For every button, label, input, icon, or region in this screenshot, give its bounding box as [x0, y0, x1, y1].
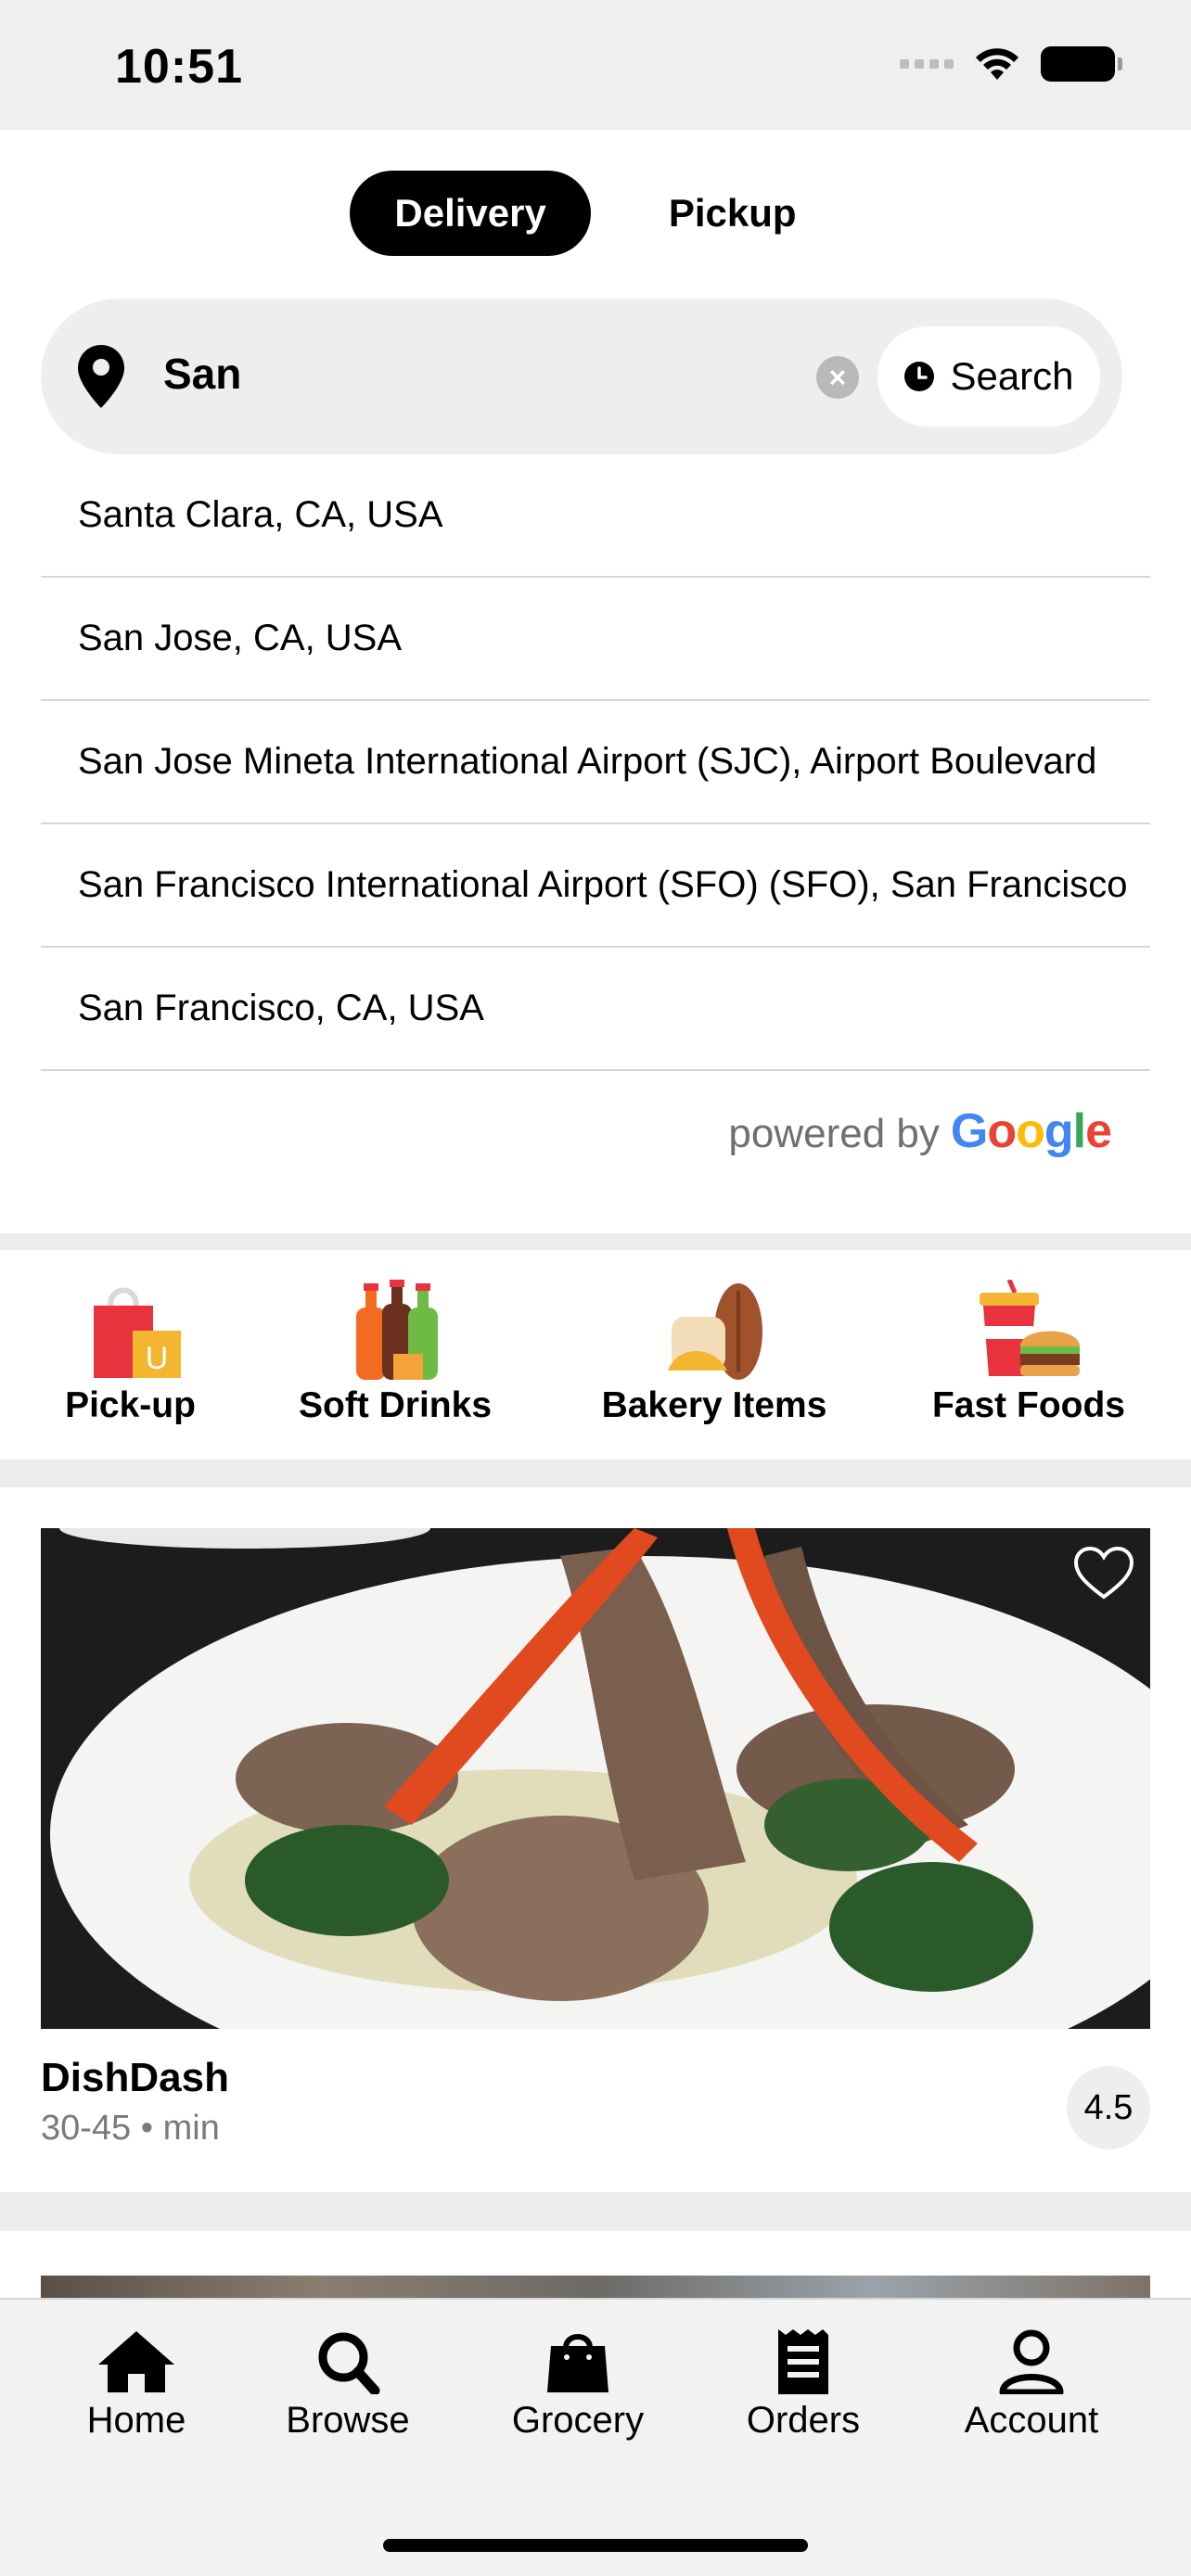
wifi-icon: [976, 48, 1018, 80]
favorite-heart-icon[interactable]: [1074, 1547, 1133, 1600]
section-divider: [0, 1233, 1191, 1250]
search-button[interactable]: Search: [877, 326, 1100, 427]
delivery-time: 30-45 • min: [41, 2109, 220, 2148]
suggestion-item[interactable]: San Francisco, CA, USA: [41, 948, 1150, 1071]
tab-label: Home: [86, 2400, 186, 2441]
mode-toggle: Delivery Pickup: [0, 171, 1191, 256]
bottom-tab-bar: Home Browse Grocery Orders Account: [0, 2298, 1191, 2576]
address-suggestions: Santa Clara, CA, USA San Jose, CA, USA S…: [41, 454, 1150, 1071]
category-pick-up[interactable]: U Pick-up: [54, 1280, 207, 1426]
clock-icon: [904, 362, 935, 391]
restaurant-name: DishDash: [41, 2055, 229, 2100]
tab-home[interactable]: Home: [44, 2329, 229, 2442]
pickup-tab[interactable]: Pickup: [624, 171, 841, 256]
tab-orders[interactable]: Orders: [711, 2329, 896, 2442]
food-plate-image: [41, 1528, 1150, 2029]
category-bakery-items[interactable]: Bakery Items: [584, 1280, 844, 1426]
tab-label: Browse: [286, 2400, 410, 2441]
delivery-tab[interactable]: Delivery: [350, 171, 591, 256]
tab-account[interactable]: Account: [939, 2329, 1124, 2442]
address-search-input[interactable]: San: [163, 349, 241, 399]
shopping-bag-icon: U: [93, 1287, 181, 1378]
receipt-icon: [778, 2329, 828, 2394]
category-label: Soft Drinks: [298, 1385, 493, 1425]
category-fast-foods[interactable]: Fast Foods: [922, 1280, 1135, 1426]
tab-browse[interactable]: Browse: [255, 2329, 441, 2442]
category-soft-drinks[interactable]: Soft Drinks: [284, 1280, 506, 1426]
powered-by-text: powered by: [728, 1111, 940, 1156]
location-pin-icon: [78, 345, 124, 408]
grocery-bag-icon: [547, 2334, 608, 2392]
section-divider: [0, 1460, 1191, 1487]
home-indicator[interactable]: [383, 2539, 808, 2552]
google-attribution: powered by Google: [728, 1103, 1112, 1159]
tab-grocery[interactable]: Grocery: [485, 2329, 671, 2442]
bread-icon: [668, 1283, 762, 1380]
tab-label: Orders: [746, 2400, 861, 2441]
suggestion-item[interactable]: San Jose Mineta International Airport (S…: [41, 701, 1150, 824]
category-label: Fast Foods: [931, 1385, 1125, 1425]
status-icons: [900, 46, 1122, 82]
svg-text:U: U: [145, 1341, 168, 1376]
home-icon: [98, 2331, 174, 2392]
status-bar: 10:51: [0, 0, 1191, 130]
cellular-signal-icon: [900, 59, 954, 69]
battery-icon: [1041, 46, 1122, 82]
google-logo: Google: [950, 1104, 1112, 1158]
address-search-bar[interactable]: San × Search: [41, 299, 1122, 454]
tab-label: Account: [964, 2400, 1099, 2441]
search-icon: [318, 2332, 380, 2394]
burger-drink-icon: [980, 1280, 1080, 1376]
section-divider: [0, 2192, 1191, 2231]
suggestion-item[interactable]: San Francisco International Airport (SFO…: [41, 824, 1150, 948]
status-time: 10:51: [115, 40, 243, 94]
restaurant-card[interactable]: DishDash 30-45 • min 4.5: [41, 1528, 1150, 2149]
rating-badge: 4.5: [1067, 2066, 1150, 2149]
clear-search-button[interactable]: ×: [816, 356, 859, 399]
search-button-label: Search: [950, 354, 1074, 398]
suggestion-item[interactable]: San Jose, CA, USA: [41, 578, 1150, 701]
tab-label: Grocery: [511, 2400, 645, 2441]
category-label: Pick-up: [65, 1385, 196, 1425]
restaurant-photo: [41, 1528, 1150, 2029]
category-strip: U Pick-up Soft Drinks Bakery Items Fast …: [0, 1252, 1191, 1460]
suggestion-item[interactable]: Santa Clara, CA, USA: [41, 454, 1150, 578]
category-label: Bakery Items: [601, 1385, 827, 1425]
soda-bottles-icon: [356, 1280, 438, 1380]
person-icon: [999, 2329, 1064, 2394]
